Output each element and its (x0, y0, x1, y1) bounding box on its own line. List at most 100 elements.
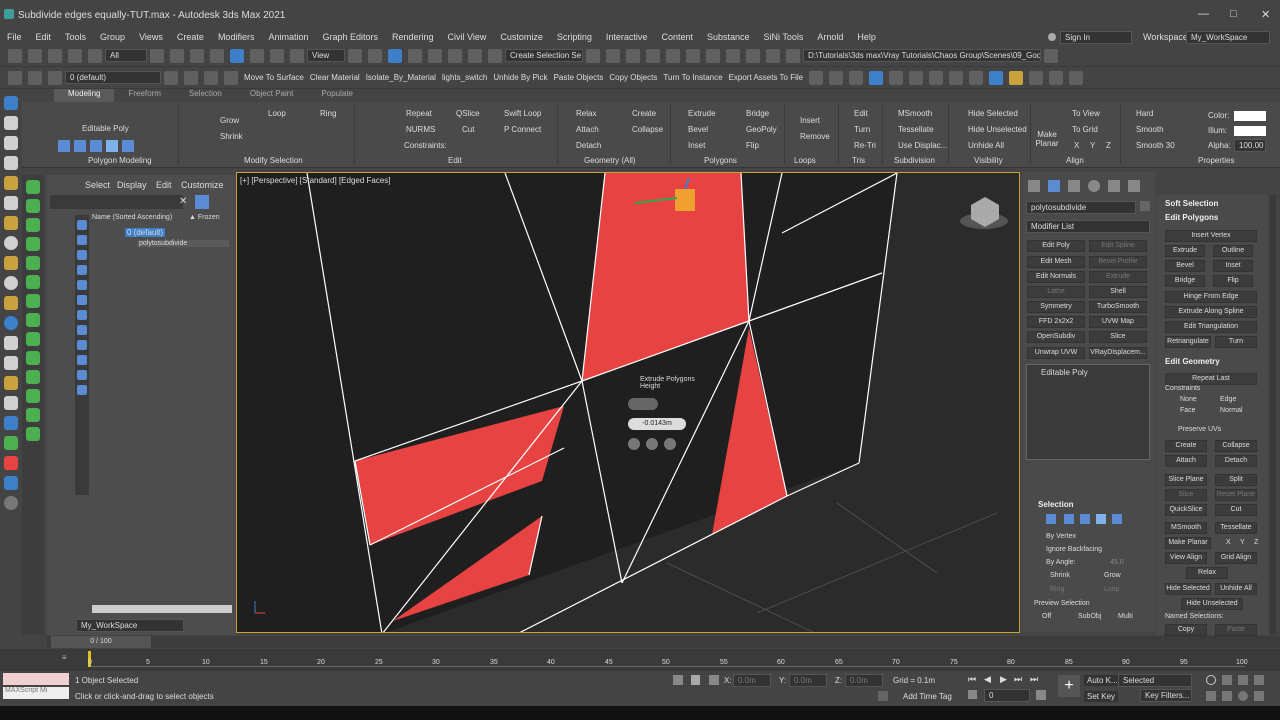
zoom-extents-icon[interactable] (1238, 675, 1248, 685)
preview-subobj-radio[interactable]: SubObj (1078, 613, 1101, 620)
tessellate-button[interactable]: Tessellate (898, 125, 934, 134)
detach-button[interactable]: Detach (576, 141, 601, 150)
toggle-layer-explorer-icon[interactable] (646, 48, 660, 63)
align-icon[interactable] (606, 48, 620, 63)
smooth-button[interactable]: Smooth (1136, 125, 1164, 134)
maximize-viewport-icon[interactable] (1254, 691, 1264, 701)
by-angle-checkbox[interactable]: By Angle: (1046, 559, 1076, 566)
project-folder-icon[interactable] (1044, 48, 1058, 63)
mirror-icon[interactable] (586, 48, 600, 63)
mod-lathe[interactable]: Lathe (1027, 286, 1085, 298)
help-icon[interactable] (4, 496, 18, 510)
angle-input[interactable]: 45.0 (1110, 559, 1124, 566)
frozen-column-header[interactable]: ▲ Frozen (189, 214, 220, 221)
angle-snap-icon[interactable] (428, 48, 442, 63)
select-by-name-icon[interactable] (170, 48, 184, 63)
create-key-icon[interactable]: + (1058, 675, 1080, 697)
sini-align-icon[interactable] (26, 256, 40, 270)
retri-button[interactable]: Re-Tri (854, 141, 876, 150)
move-icon[interactable] (230, 48, 244, 63)
illum-swatch[interactable] (1234, 126, 1266, 136)
rotate-icon[interactable] (250, 48, 264, 63)
select-object-icon[interactable] (150, 48, 164, 63)
scale-tool-icon[interactable] (849, 70, 864, 85)
pan-icon[interactable] (1206, 691, 1216, 701)
vertex-sub-icon[interactable] (1046, 514, 1056, 524)
group-properties[interactable]: Properties (1198, 156, 1234, 165)
tree-object-row[interactable]: polytosubdivide (137, 240, 229, 247)
unhide-all-button[interactable]: Unhide All (968, 141, 1004, 150)
add-to-layer-icon[interactable] (184, 70, 198, 85)
turn-to-instance-button[interactable]: Turn To Instance (660, 72, 725, 83)
create-layer-icon[interactable] (164, 70, 178, 85)
align-z-button[interactable]: Z (1106, 141, 1111, 150)
create-geometry-icon[interactable] (4, 96, 18, 110)
torus-icon[interactable] (4, 276, 18, 290)
extrude-button[interactable]: Extrude (688, 109, 716, 118)
outline-button[interactable]: Outline (1213, 245, 1253, 257)
orbit-icon[interactable] (1238, 691, 1248, 701)
apply-icon[interactable] (646, 438, 658, 450)
constraint-normal-radio[interactable]: Normal (1220, 407, 1243, 414)
filter-icon[interactable] (77, 235, 87, 245)
select-manipulate-icon[interactable] (368, 48, 382, 63)
element-sub-icon[interactable] (1112, 514, 1122, 524)
filter-icon[interactable] (77, 220, 87, 230)
group-polygons[interactable]: Polygons (704, 156, 737, 165)
extrude-poly-button[interactable]: Extrude (1165, 245, 1205, 257)
border-sub-icon[interactable] (1080, 514, 1090, 524)
play-icon[interactable]: ▶ (1000, 674, 1007, 685)
object-color-swatch[interactable] (1140, 201, 1150, 211)
viewcube-icon[interactable] (960, 197, 1008, 229)
pconnect-button[interactable]: P Connect (504, 125, 541, 134)
group-tris[interactable]: Tris (852, 156, 865, 165)
go-start-icon[interactable]: ⏮ (968, 674, 976, 685)
group-visibility[interactable]: Visibility (974, 156, 1003, 165)
modify-tab-icon[interactable] (1048, 180, 1060, 192)
split-button[interactable]: Split (1215, 474, 1257, 486)
sini-tool-icon[interactable] (989, 70, 1004, 85)
textplus-icon[interactable] (4, 416, 18, 430)
mod-uvw-map[interactable]: UVW Map (1089, 316, 1147, 328)
select-layer-icon[interactable] (204, 70, 218, 85)
by-vertex-checkbox[interactable]: By Vertex (1046, 533, 1076, 540)
hide-selected-geo-button[interactable]: Hide Selected (1165, 583, 1211, 595)
mini-curve-icon[interactable]: ≡ (62, 653, 67, 662)
particle-icon[interactable] (4, 456, 18, 470)
sphere-icon[interactable] (4, 236, 18, 250)
reset-plane-button[interactable]: Reset Plane (1215, 489, 1257, 501)
edit-tri-button[interactable]: Edit (854, 109, 868, 118)
sini-rename-icon[interactable] (26, 237, 40, 251)
hierarchy-tab-icon[interactable] (1068, 180, 1080, 192)
tree-icon[interactable] (4, 436, 18, 450)
maxscript-listener-input[interactable] (3, 673, 69, 685)
time-slider[interactable]: 0 / 100 (47, 636, 1280, 648)
menu-civil-view[interactable]: Civil View (441, 32, 494, 42)
paste-sel-button[interactable]: Paste (1215, 624, 1257, 636)
copy-sel-button[interactable]: Copy (1165, 624, 1207, 636)
bevel-button[interactable]: Bevel (688, 125, 708, 134)
key-filters-button[interactable]: Key Filters... (1140, 689, 1192, 702)
flip-poly-button[interactable]: Flip (1213, 275, 1253, 287)
collapse-geo-button[interactable]: Collapse (1215, 440, 1257, 452)
mod-turbosmooth[interactable]: TurboSmooth (1089, 301, 1147, 313)
group-loops[interactable]: Loops (794, 156, 816, 165)
use-displac-button[interactable]: Use Displac... (898, 141, 947, 150)
mod-unwrap-uvw[interactable]: Unwrap UVW (1027, 347, 1085, 359)
bridge-poly-button[interactable]: Bridge (1165, 275, 1205, 287)
move-to-surface-button[interactable]: Move To Surface (241, 72, 307, 83)
bridge-button[interactable]: Bridge (746, 109, 769, 118)
quickslice-button[interactable]: QuickSlice (1165, 504, 1207, 516)
grow-button[interactable]: Grow (220, 116, 239, 125)
signin-dropdown[interactable]: Sign In (1060, 31, 1132, 44)
filter-icon[interactable] (77, 370, 87, 380)
display-tab-icon[interactable] (1108, 180, 1120, 192)
hard-button[interactable]: Hard (1136, 109, 1153, 118)
attach-button[interactable]: Attach (576, 125, 599, 134)
sini-ignite-icon[interactable] (26, 199, 40, 213)
cylinder-icon[interactable] (4, 256, 18, 270)
to-grid-button[interactable]: To Grid (1072, 125, 1098, 134)
create-system-icon[interactable] (4, 216, 18, 230)
time-slider-thumb[interactable]: 0 / 100 (51, 636, 151, 648)
curve-tool-icon[interactable] (889, 70, 904, 85)
